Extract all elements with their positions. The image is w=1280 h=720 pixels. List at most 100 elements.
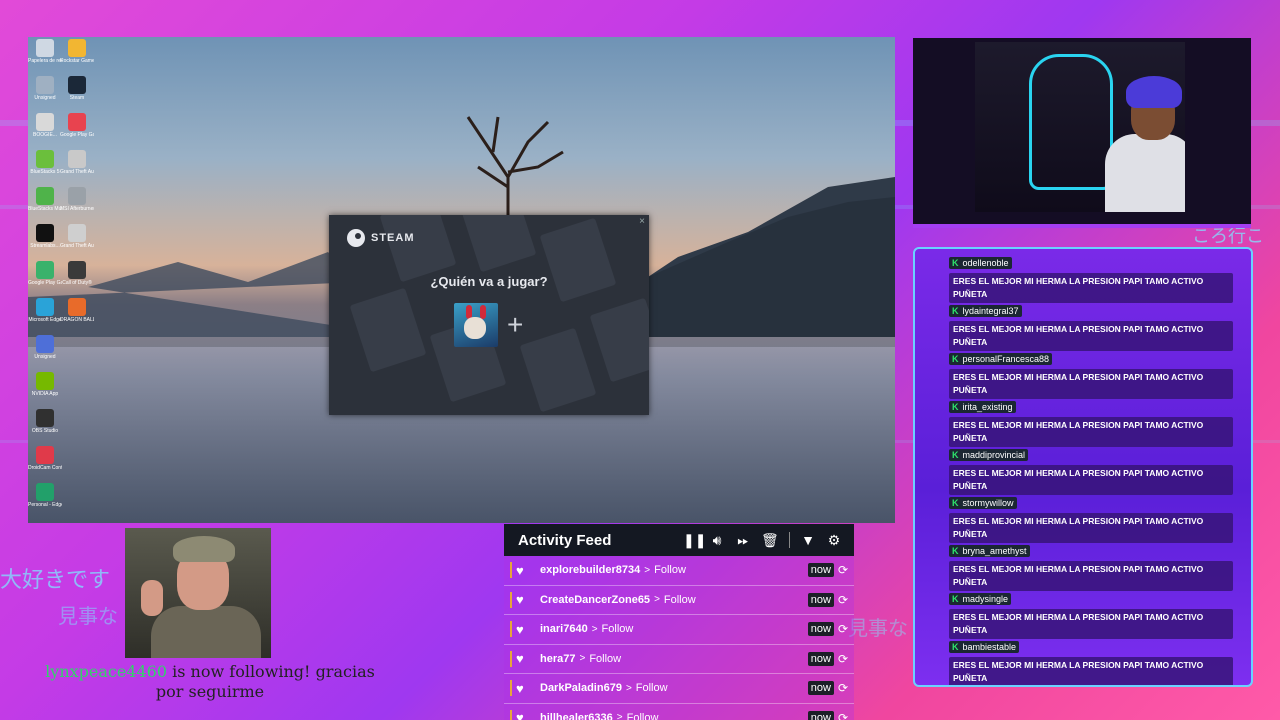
app-icon (36, 335, 54, 353)
webcam-scene (975, 42, 1185, 212)
replay-icon[interactable]: ⟳ (838, 711, 848, 720)
chat-username-tag[interactable]: Kmadysingle (949, 593, 1012, 605)
feed-timestamp: now (807, 622, 834, 637)
desktop-icon[interactable]: BlueStacks Multi-Instance (28, 187, 62, 212)
desktop-icon[interactable]: Google Play Games beta (28, 261, 62, 286)
chat-message-text: ERES EL MEJOR MI HERMA LA PRESION PAPI T… (949, 369, 1233, 399)
chat-message: Kmaddiprovincial ERES EL MEJOR MI HERMA L… (949, 445, 1233, 495)
chevron-right-icon: > (644, 564, 651, 576)
replay-icon[interactable]: ⟳ (838, 652, 848, 666)
overlay-jp-text: 大好きです (0, 568, 111, 593)
kick-badge-icon: K (952, 546, 959, 556)
desktop-icon[interactable]: Microsoft Edge (28, 298, 62, 323)
heart-icon: ♥ (516, 562, 524, 578)
chat-username-tag[interactable]: Klydaintegral37 (949, 305, 1022, 317)
overlay-jp-text: 見事な (848, 616, 908, 640)
desktop-icon[interactable]: Grand Theft Auto V... (60, 150, 94, 175)
chat-username-tag[interactable]: Kodellenoble (949, 257, 1012, 269)
activity-feed-row[interactable]: ♥ explorebuilder8734 > Follow now ⟳ (504, 556, 854, 586)
desktop-icon-label: MSI Afterburner (60, 206, 94, 212)
droidcam-icon (36, 446, 54, 464)
tiktok-icon (36, 224, 54, 242)
kick-badge-icon: K (952, 594, 959, 604)
chevron-right-icon: > (591, 623, 598, 635)
chat-username-tag[interactable]: KpersonalFrancesca88 (949, 353, 1053, 365)
follow-alert-username: lynxpeace4460 (45, 662, 168, 681)
desktop-icon[interactable]: DroidCam Control (28, 446, 62, 471)
desktop-icon[interactable]: BlueStacks 5 (28, 150, 62, 175)
heart-icon: ♥ (516, 651, 524, 667)
steam-profile-avatar[interactable] (454, 303, 498, 347)
skip-icon[interactable]: ⏩︎ (735, 532, 751, 549)
gear-icon[interactable]: ⚙ (826, 532, 842, 549)
reaction-video (125, 528, 271, 658)
desktop-icon[interactable]: BOOGIE... (28, 113, 62, 138)
filter-icon[interactable]: ▼ (800, 532, 816, 548)
chevron-right-icon: > (654, 594, 660, 606)
chat-username-tag[interactable]: Kbryna_amethyst (949, 545, 1030, 557)
activity-feed-row[interactable]: ♥ DarkPaladin679 > Follow now ⟳ (504, 674, 854, 704)
chat-message: Klydaintegral37 ERES EL MEJOR MI HERMA LA… (949, 301, 1233, 351)
desktop-icon[interactable]: Rockstar Games... (60, 39, 94, 64)
desktop-icon[interactable]: Steam (60, 76, 94, 101)
gta4-icon (68, 224, 86, 242)
activity-feed-row[interactable]: ♥ inari7640 > Follow now ⟳ (504, 615, 854, 645)
desktop-icon[interactable]: Unsigned (28, 76, 62, 101)
replay-icon[interactable]: ⟳ (838, 681, 848, 695)
pause-icon[interactable]: ❚❚ (683, 532, 706, 549)
dragonball-icon (68, 298, 86, 316)
streamer-body (1105, 134, 1185, 212)
feed-timestamp: now (807, 710, 834, 720)
desktop-icon[interactable]: Unsigned (28, 335, 62, 360)
recycle-bin-icon (36, 39, 54, 57)
desktop-icon[interactable]: OBS Studio (28, 409, 62, 434)
heart-icon: ♥ (516, 621, 524, 637)
chat-username: bryna_amethyst (962, 546, 1027, 556)
steam-brand-text: STEAM (371, 232, 415, 244)
desktop-icon-label: Papelera de reciclaje (28, 58, 62, 64)
desktop-icon-label: Microsoft Edge (28, 317, 62, 323)
desktop-icon-label: Personal - Edge (28, 502, 62, 508)
replay-icon[interactable]: ⟳ (838, 622, 848, 636)
desktop-icon[interactable]: Call of Duty® (60, 261, 94, 286)
desktop-icon[interactable]: Personal - Edge (28, 483, 62, 508)
desktop-icon-label: Google Play Games beta (28, 280, 62, 286)
feed-timestamp: now (807, 651, 834, 666)
add-account-button[interactable]: + (507, 311, 523, 339)
desktop-icon[interactable]: Streamlabs... (28, 224, 62, 249)
close-button[interactable]: × (639, 216, 645, 227)
desktop-icon[interactable]: Papelera de reciclaje (28, 39, 62, 64)
file-icon (36, 113, 54, 131)
activity-feed-row[interactable]: ♥ CreateDancerZone65 > Follow now ⟳ (504, 585, 854, 615)
activity-feed-row[interactable]: ♥ hillhealer6336 > Follow now ⟳ (504, 703, 854, 720)
replay-icon[interactable]: ⟳ (838, 563, 848, 577)
desktop-icon-label: Streamlabs... (30, 243, 60, 249)
feed-timestamp: now (807, 563, 834, 578)
replay-icon[interactable]: ⟳ (838, 593, 848, 607)
desktop-icon[interactable]: NVIDIA App (28, 372, 62, 397)
row-accent (510, 650, 512, 667)
chat-username-tag[interactable]: Kmaddiprovincial (949, 449, 1029, 461)
activity-feed-row[interactable]: ♥ hera77 > Follow now ⟳ (504, 644, 854, 674)
chat-message-text: ERES EL MEJOR MI HERMA LA PRESION PAPI T… (949, 609, 1233, 639)
desktop-icon-label: Unsigned (34, 354, 56, 360)
chat-username-tag[interactable]: Kbambiestable (949, 641, 1020, 653)
feed-username: inari7640 (540, 623, 588, 636)
volume-icon[interactable]: 🔊︎ (709, 532, 725, 549)
chevron-right-icon: > (579, 653, 586, 665)
desktop-icon-label: Unsigned (34, 95, 56, 101)
heart-icon: ♥ (516, 710, 524, 720)
play-games-icon (36, 261, 54, 279)
feed-username: CreateDancerZone65 (540, 593, 651, 606)
follow-alert-message: is now following! gracias por seguirme (155, 662, 375, 701)
desktop-icon[interactable]: Grand Theft Auto IV... (60, 224, 94, 249)
chat-message: Kodellenoble ERES EL MEJOR MI HERMA LA PR… (949, 253, 1233, 303)
desktop-icon[interactable]: Google Play Games (60, 113, 94, 138)
row-accent (510, 680, 512, 697)
desktop-icon[interactable]: MSI Afterburner (60, 187, 94, 212)
kick-badge-icon: K (952, 498, 959, 508)
chat-username-tag[interactable]: Kirita_existing (949, 401, 1016, 413)
chat-username-tag[interactable]: Kstormywillow (949, 497, 1017, 509)
desktop-icon[interactable]: DRAGON BALL XENOVERSE (60, 298, 94, 323)
trash-icon[interactable]: 🗑︎ (761, 532, 779, 549)
